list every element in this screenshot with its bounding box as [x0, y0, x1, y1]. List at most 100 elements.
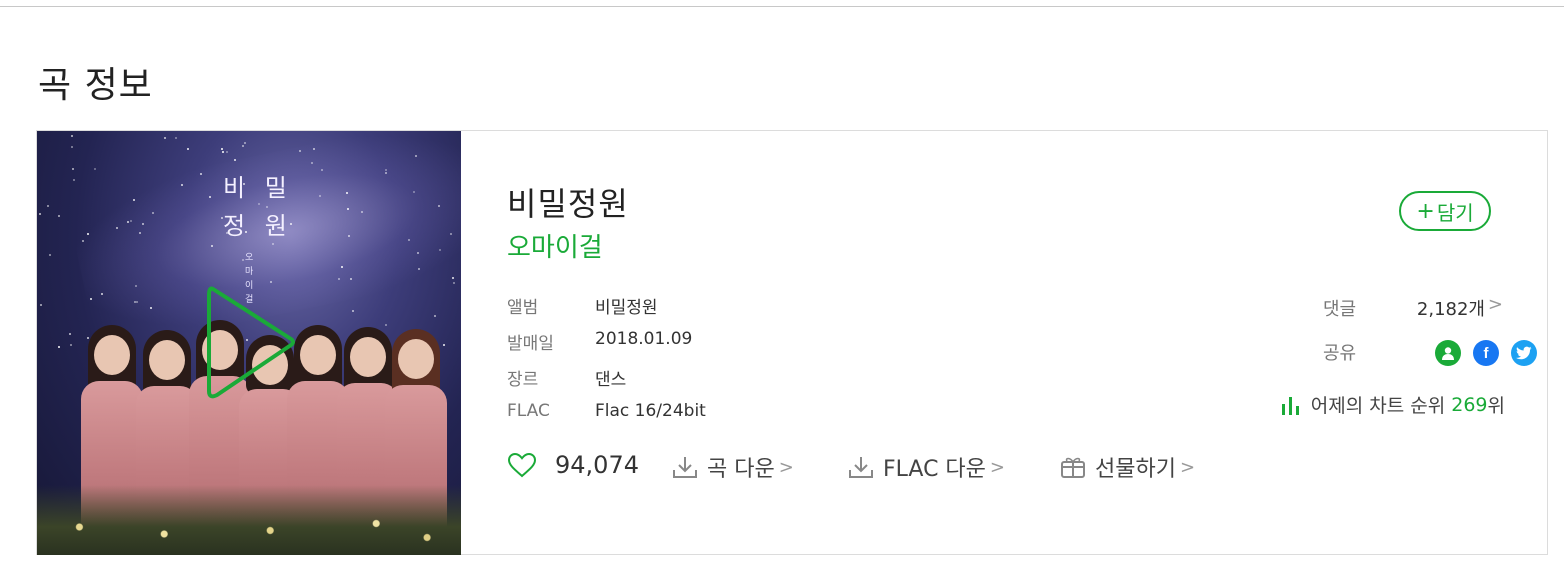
gift-label: 선물하기	[1095, 457, 1176, 482]
add-button-label: 담기	[1436, 200, 1474, 225]
section-title: 곡 정보	[38, 65, 153, 106]
star-dot	[58, 215, 60, 217]
star-dot	[73, 179, 75, 181]
album-link[interactable]: 비밀정원	[595, 293, 658, 318]
star-dot	[175, 137, 177, 139]
gift-button[interactable]: 선물하기 >	[1059, 451, 1195, 483]
star-dot	[347, 208, 349, 210]
comment-count-link[interactable]: 2,182개	[1417, 295, 1485, 321]
star-dot	[127, 221, 129, 223]
star-dot	[234, 159, 236, 161]
star-dot	[90, 298, 92, 300]
kakao-profile-icon[interactable]	[1435, 340, 1461, 366]
album-art-flowers	[37, 485, 461, 555]
star-dot	[438, 205, 440, 207]
star-dot	[47, 205, 49, 207]
release-date-value: 2018.01.09	[595, 329, 693, 349]
star-dot	[299, 150, 301, 152]
star-dot	[101, 293, 103, 295]
star-dot	[244, 142, 246, 144]
star-dot	[82, 240, 84, 242]
facebook-icon[interactable]: f	[1473, 340, 1499, 366]
twitter-icon[interactable]	[1511, 340, 1537, 366]
star-dot	[346, 192, 348, 194]
song-download-button[interactable]: 곡 다운 >	[671, 451, 794, 483]
chart-rank-suffix: 위	[1487, 395, 1505, 417]
star-dot	[71, 135, 73, 137]
star-dot	[418, 268, 420, 270]
star-dot	[341, 266, 343, 268]
star-dot	[221, 148, 223, 150]
play-icon[interactable]	[203, 283, 299, 401]
star-dot	[408, 239, 410, 241]
star-dot	[133, 199, 135, 201]
star-dot	[417, 252, 419, 254]
song-title: 비밀정원	[507, 185, 629, 223]
star-dot	[242, 259, 244, 261]
add-to-playlist-button[interactable]: + 담기	[1399, 191, 1491, 231]
star-dot	[385, 169, 387, 171]
star-dot	[211, 245, 213, 247]
flac-download-button[interactable]: FLAC 다운 >	[847, 451, 1005, 483]
share-row: 공유 f	[1323, 337, 1537, 369]
star-dot	[319, 195, 321, 197]
star-dot	[134, 301, 136, 303]
plus-icon: +	[1416, 198, 1435, 224]
chart-rank[interactable]: 어제의 차트 순위 269 위	[1245, 391, 1505, 418]
artist-link[interactable]: 오마이걸	[507, 227, 603, 264]
song-info-card: 비 밀 정 원 오마이걸 비밀정원 오마이걸 앨범 비밀정원 발매일 2018.…	[36, 130, 1548, 555]
chart-rank-value: 269	[1451, 393, 1488, 416]
star-dot	[348, 235, 350, 237]
star-dot	[116, 227, 118, 229]
star-dot	[361, 211, 363, 213]
star-dot	[313, 148, 315, 150]
download-icon	[849, 457, 873, 478]
star-dot	[200, 173, 202, 175]
album-art[interactable]: 비 밀 정 원 오마이걸	[37, 131, 461, 555]
top-divider	[0, 6, 1564, 7]
meta-label: 장르	[507, 370, 539, 390]
star-dot	[130, 220, 132, 222]
meta-label: FLAC	[507, 401, 550, 421]
star-dot	[187, 148, 189, 150]
star-dot	[49, 254, 51, 256]
star-dot	[150, 307, 152, 309]
star-dot	[222, 151, 224, 153]
star-dot	[136, 301, 138, 303]
star-dot	[152, 212, 154, 214]
star-dot	[142, 223, 144, 225]
star-dot	[164, 137, 166, 139]
star-dot	[139, 232, 141, 234]
bar-chart-icon	[1281, 396, 1299, 415]
song-actions: 94,074 곡 다운 > FLAC 다운 > 선물하기 >	[507, 451, 1247, 487]
star-dot	[71, 146, 73, 148]
song-download-label: 곡 다운	[707, 457, 775, 482]
chevron-right-icon: >	[778, 456, 794, 478]
star-dot	[452, 277, 454, 279]
meta-label: 앨범	[507, 298, 539, 318]
genre-value: 댄스	[595, 370, 627, 390]
star-dot	[226, 151, 228, 153]
chevron-right-icon: >	[1487, 294, 1503, 315]
gift-icon	[1061, 457, 1085, 478]
download-icon	[673, 457, 697, 478]
star-dot	[311, 162, 313, 164]
star-dot	[39, 213, 41, 215]
star-dot	[413, 191, 415, 193]
star-dot	[439, 249, 441, 251]
like-count: 94,074	[555, 451, 639, 479]
album-art-title: 비 밀 정 원	[223, 174, 293, 240]
star-dot	[450, 233, 452, 235]
star-dot	[72, 168, 74, 170]
star-dot	[135, 285, 137, 287]
flac-download-label: FLAC 다운	[883, 457, 986, 482]
chevron-right-icon: >	[1179, 456, 1196, 478]
meta-label: 발매일	[507, 334, 554, 354]
star-dot	[385, 172, 387, 174]
heart-icon	[507, 452, 537, 478]
like-button[interactable]: 94,074	[507, 451, 639, 479]
star-dot	[209, 196, 211, 198]
star-dot	[242, 145, 244, 147]
flac-value: Flac 16/24bit	[595, 401, 706, 421]
star-dot	[321, 169, 323, 171]
